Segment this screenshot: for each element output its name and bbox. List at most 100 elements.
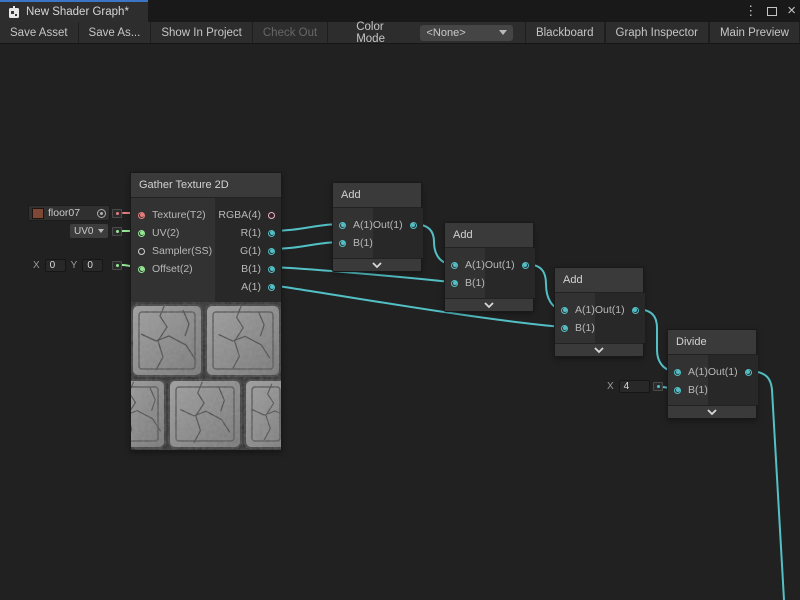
port-label: A(1)	[353, 219, 373, 231]
output-port-b[interactable]	[268, 266, 275, 273]
output-port-a[interactable]	[268, 284, 275, 291]
color-mode-value: <None>	[426, 27, 498, 39]
port-label: B(1)	[465, 277, 485, 289]
port-label: UV(2)	[152, 227, 179, 239]
texture-field-port[interactable]	[112, 209, 122, 218]
expand-preview-button[interactable]	[668, 405, 756, 418]
object-picker-icon[interactable]	[97, 209, 106, 218]
node-add-2[interactable]: Add A(1) B(1) Out(1)	[444, 222, 534, 312]
chevron-down-icon	[98, 229, 104, 233]
chevron-down-icon	[706, 409, 718, 416]
expand-preview-button[interactable]	[555, 343, 643, 356]
port-label: B(1)	[575, 322, 595, 334]
offset-field-port[interactable]	[112, 261, 122, 270]
port-label: B(1)	[241, 263, 261, 275]
shader-graph-asset-icon	[8, 6, 20, 18]
texture-object-field[interactable]: floor07	[28, 205, 110, 221]
texture-thumbnail	[32, 208, 44, 219]
input-port-a[interactable]	[674, 369, 681, 376]
main-preview-toggle-button[interactable]: Main Preview	[709, 22, 800, 43]
node-title[interactable]: Add	[555, 268, 643, 293]
node-add-3[interactable]: Add A(1) B(1) Out(1)	[554, 267, 644, 357]
graph-canvas[interactable]: Gather Texture 2D Texture(T2) UV(2) Samp…	[0, 44, 800, 600]
x-value-field[interactable]: 0	[45, 259, 66, 272]
color-mode-dropdown[interactable]: <None>	[420, 25, 512, 41]
output-port-out[interactable]	[632, 307, 639, 314]
input-port-uv[interactable]	[138, 230, 145, 237]
chevron-down-icon	[483, 302, 495, 309]
x-label: X	[607, 381, 614, 392]
port-label: Texture(T2)	[152, 209, 206, 221]
expand-preview-button[interactable]	[333, 258, 421, 271]
tab-shader-graph[interactable]: New Shader Graph*	[0, 0, 148, 22]
tab-title: New Shader Graph*	[26, 6, 129, 18]
expand-preview-button[interactable]	[445, 298, 533, 311]
input-port-b[interactable]	[561, 325, 568, 332]
save-asset-button[interactable]: Save Asset	[0, 22, 79, 43]
texture-name: floor07	[48, 207, 93, 219]
port-label: A(1)	[688, 366, 708, 378]
node-title[interactable]: Add	[333, 183, 421, 208]
close-icon[interactable]: ×	[787, 0, 796, 22]
chevron-down-icon	[499, 30, 507, 35]
menu-icon[interactable]: ⋮	[744, 0, 757, 22]
input-port-a[interactable]	[561, 307, 568, 314]
node-divide[interactable]: Divide A(1) B(1) Out(1)	[667, 329, 757, 419]
save-as-button[interactable]: Save As...	[79, 22, 152, 43]
x-label: X	[33, 260, 40, 271]
divide-b-float-field: X 4	[607, 379, 650, 393]
port-label: A(1)	[465, 259, 485, 271]
maximize-icon[interactable]	[767, 7, 777, 16]
graph-inspector-toggle-button[interactable]: Graph Inspector	[605, 22, 709, 43]
port-label: Out(1)	[373, 219, 403, 231]
node-title[interactable]: Gather Texture 2D	[131, 173, 281, 198]
window-title-bar: New Shader Graph* ⋮ ×	[0, 0, 800, 22]
port-label: A(1)	[575, 304, 595, 316]
input-port-offset[interactable]	[138, 266, 145, 273]
port-label: Out(1)	[708, 366, 738, 378]
port-label: Offset(2)	[152, 263, 193, 275]
uv-channel-value: UV0	[74, 226, 94, 237]
uv-field-port[interactable]	[112, 227, 122, 236]
color-mode-label: Color Mode	[348, 22, 420, 43]
node-add-1[interactable]: Add A(1) B(1) Out(1)	[332, 182, 422, 272]
chevron-down-icon	[593, 347, 605, 354]
input-port-b[interactable]	[674, 387, 681, 394]
check-out-button: Check Out	[253, 22, 328, 43]
show-in-project-button[interactable]: Show In Project	[151, 22, 253, 43]
output-port-g[interactable]	[268, 248, 275, 255]
chevron-down-icon	[371, 262, 383, 269]
blackboard-toggle-button[interactable]: Blackboard	[525, 22, 605, 43]
input-port-texture[interactable]	[138, 212, 145, 219]
connection-wires	[0, 44, 800, 600]
input-port-a[interactable]	[339, 222, 346, 229]
port-label: A(1)	[241, 281, 261, 293]
node-gather-texture-2d[interactable]: Gather Texture 2D Texture(T2) UV(2) Samp…	[130, 172, 282, 451]
output-port-out[interactable]	[410, 222, 417, 229]
shader-graph-toolbar: Save Asset Save As... Show In Project Ch…	[0, 22, 800, 44]
output-port-r[interactable]	[268, 230, 275, 237]
x-value-field[interactable]: 4	[619, 380, 650, 393]
port-label: Out(1)	[595, 304, 625, 316]
y-value-field[interactable]: 0	[82, 259, 103, 272]
port-label: G(1)	[240, 245, 261, 257]
port-label: B(1)	[688, 384, 708, 396]
y-label: Y	[71, 260, 78, 271]
input-port-b[interactable]	[339, 240, 346, 247]
port-label: R(1)	[241, 227, 261, 239]
uv-channel-dropdown[interactable]: UV0	[70, 224, 108, 238]
port-label: Out(1)	[485, 259, 515, 271]
offset-vector2-field: X 0 Y 0	[33, 258, 103, 272]
input-port-sampler[interactable]	[138, 248, 145, 255]
output-port-out[interactable]	[522, 262, 529, 269]
port-label: B(1)	[353, 237, 373, 249]
node-title[interactable]: Divide	[668, 330, 756, 355]
texture-preview	[131, 302, 281, 450]
input-port-a[interactable]	[451, 262, 458, 269]
output-port-out[interactable]	[745, 369, 752, 376]
port-label: RGBA(4)	[218, 209, 261, 221]
output-port-rgba[interactable]	[268, 212, 275, 219]
node-title[interactable]: Add	[445, 223, 533, 248]
divide-b-field-port[interactable]	[653, 382, 663, 391]
input-port-b[interactable]	[451, 280, 458, 287]
